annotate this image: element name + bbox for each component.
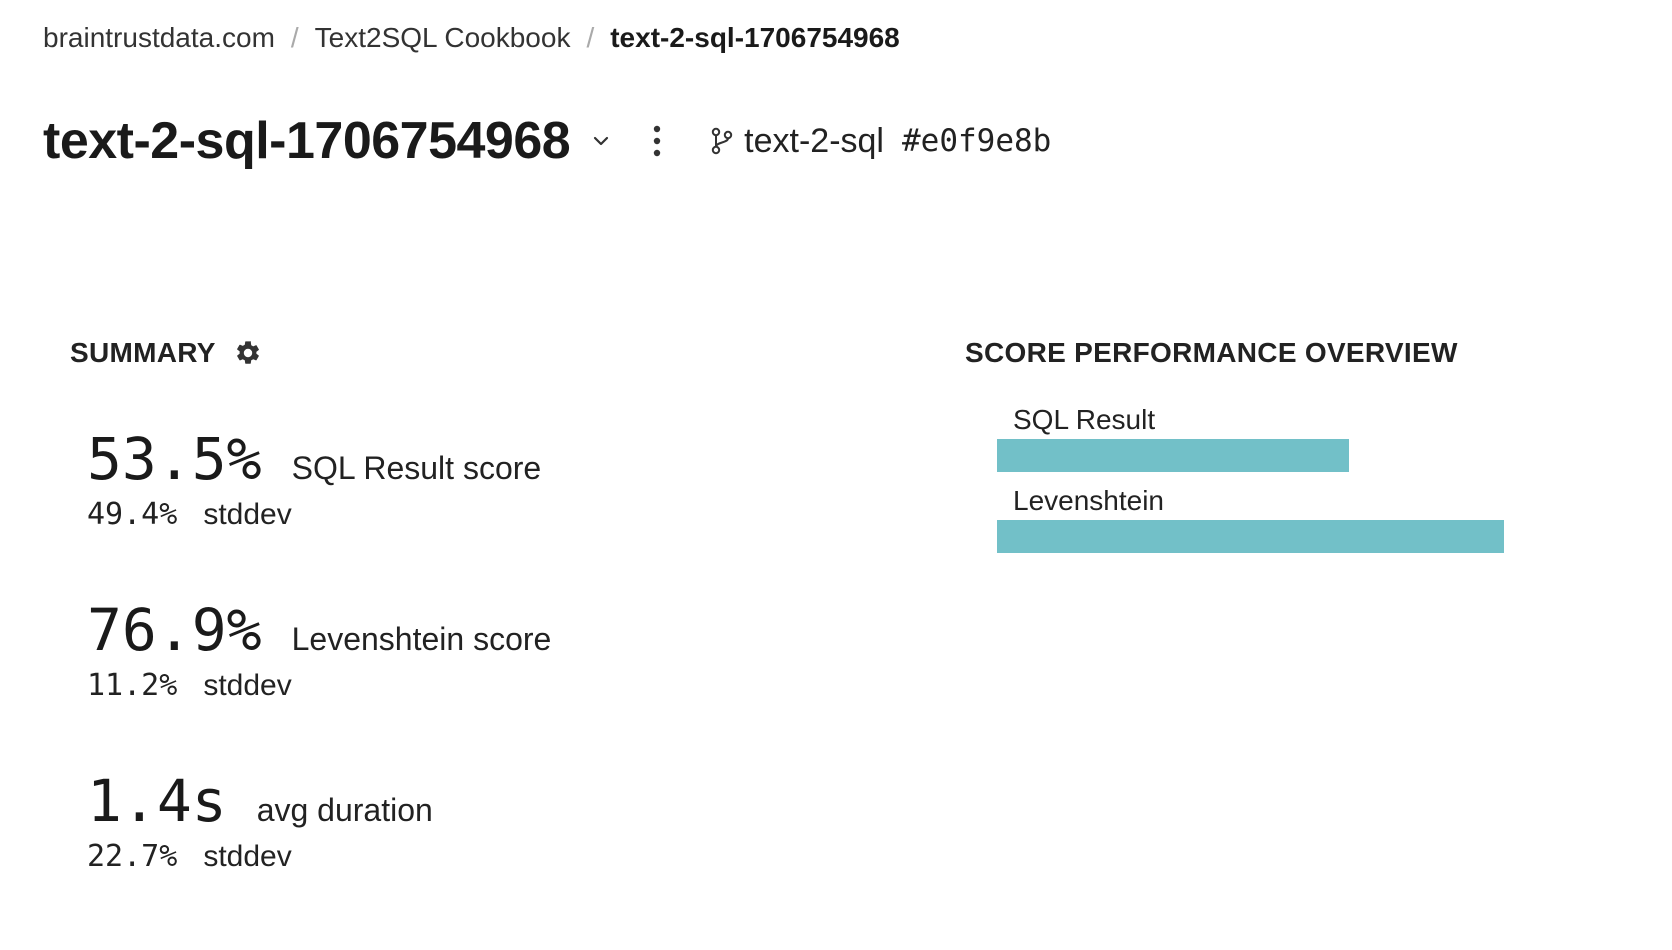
metric-duration: 1.4s avg duration 22.7% stddev (87, 767, 433, 874)
metric-stddev-value: 22.7% (87, 839, 178, 874)
bar-sql-result[interactable] (997, 439, 1350, 472)
chevron-down-icon[interactable] (590, 130, 612, 152)
branch-name: text-2-sql (744, 121, 884, 160)
metric-sql-result: 53.5% SQL Result score 49.4% stddev (87, 425, 541, 532)
page-title: text-2-sql-1706754968 (43, 112, 571, 170)
summary-heading: SUMMARY (70, 337, 262, 369)
bar-levenshtein[interactable] (997, 520, 1504, 553)
breadcrumb-separator: / (290, 22, 299, 53)
metric-value: 53.5% (87, 425, 262, 493)
experiment-header: text-2-sql-1706754968 text-2-sql #e0f9e8… (43, 110, 1051, 172)
commit-hash: #e0f9e8b (902, 123, 1052, 159)
metric-label: Levenshtein score (291, 621, 552, 657)
bar-track (997, 439, 1557, 472)
summary-title: SUMMARY (70, 337, 216, 368)
gear-icon[interactable] (234, 339, 262, 367)
bar-row: SQL Result (997, 404, 1557, 485)
metric-stddev-label: stddev (203, 669, 292, 702)
bar-row: Levenshtein (997, 485, 1557, 566)
metric-value: 76.9% (87, 596, 262, 664)
metric-stddev-label: stddev (203, 840, 292, 873)
git-branch-info: text-2-sql #e0f9e8b (710, 122, 1051, 161)
git-branch-icon (710, 126, 736, 156)
metric-stddev-label: stddev (203, 498, 292, 531)
breadcrumb: braintrustdata.com / Text2SQL Cookbook /… (43, 22, 900, 54)
metric-stddev-value: 11.2% (87, 668, 178, 703)
metric-label: SQL Result score (291, 450, 542, 486)
more-options-icon[interactable] (646, 121, 668, 161)
bar-label: SQL Result (1013, 404, 1156, 435)
metric-levenshtein: 76.9% Levenshtein score 11.2% stddev (87, 596, 551, 703)
score-bar-chart: SQL Result Levenshtein (997, 404, 1557, 566)
score-overview-heading: SCORE PERFORMANCE OVERVIEW (965, 337, 1458, 368)
bar-label: Levenshtein (1013, 485, 1165, 516)
metric-label: avg duration (256, 792, 433, 828)
breadcrumb-org[interactable]: braintrustdata.com (43, 22, 275, 54)
metric-value: 1.4s (87, 767, 227, 835)
breadcrumb-separator: / (586, 22, 595, 53)
breadcrumb-project[interactable]: Text2SQL Cookbook (315, 22, 571, 54)
metric-stddev-value: 49.4% (87, 497, 178, 532)
bar-track (997, 520, 1557, 553)
experiment-page: braintrustdata.com / Text2SQL Cookbook /… (0, 0, 1672, 950)
breadcrumb-experiment: text-2-sql-1706754968 (610, 22, 900, 53)
